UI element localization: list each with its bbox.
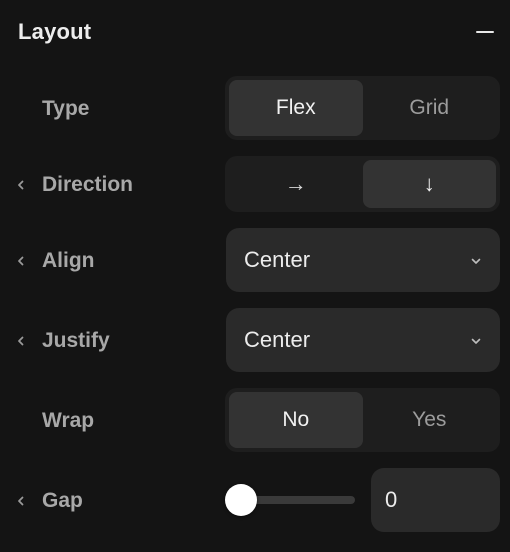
chevron-down-icon xyxy=(470,254,482,266)
direction-option-column[interactable]: ↓ xyxy=(362,160,496,208)
justify-select-value: Center xyxy=(244,327,311,352)
wrap-label: Wrap xyxy=(42,409,95,432)
panel-header: Layout xyxy=(0,0,510,66)
direction-option-row[interactable]: → xyxy=(229,160,363,208)
gap-input[interactable] xyxy=(371,468,500,532)
chevron-left-icon[interactable] xyxy=(15,335,27,347)
type-option-grid[interactable]: Grid xyxy=(363,80,497,136)
gap-label: Gap xyxy=(42,489,83,512)
layout-panel: Layout Type Flex Grid Direction → ↓ Alig… xyxy=(0,0,510,552)
justify-label: Justify xyxy=(42,329,110,352)
direction-label: Direction xyxy=(42,173,134,196)
justify-select[interactable]: Center xyxy=(226,308,500,372)
wrap-option-yes[interactable]: Yes xyxy=(363,392,497,448)
chevron-left-icon[interactable] xyxy=(15,179,27,191)
panel-title: Layout xyxy=(18,19,92,44)
align-select[interactable]: Center xyxy=(226,228,500,292)
wrap-segmented-control: No Yes xyxy=(225,388,500,452)
gap-slider-thumb[interactable] xyxy=(225,484,257,516)
chevron-down-icon xyxy=(470,334,482,346)
minus-icon xyxy=(476,31,494,33)
arrow-right-icon: → xyxy=(284,171,307,196)
wrap-option-no[interactable]: No xyxy=(229,392,363,448)
type-label: Type xyxy=(42,97,90,120)
arrow-down-icon: ↓ xyxy=(423,171,435,196)
collapse-button[interactable] xyxy=(474,22,496,44)
chevron-left-icon[interactable] xyxy=(15,495,27,507)
align-select-value: Center xyxy=(244,247,311,272)
chevron-left-icon[interactable] xyxy=(15,255,27,267)
align-label: Align xyxy=(42,249,95,272)
direction-segmented-control: → ↓ xyxy=(225,156,500,212)
type-option-flex[interactable]: Flex xyxy=(229,80,363,136)
type-segmented-control: Flex Grid xyxy=(225,76,500,140)
